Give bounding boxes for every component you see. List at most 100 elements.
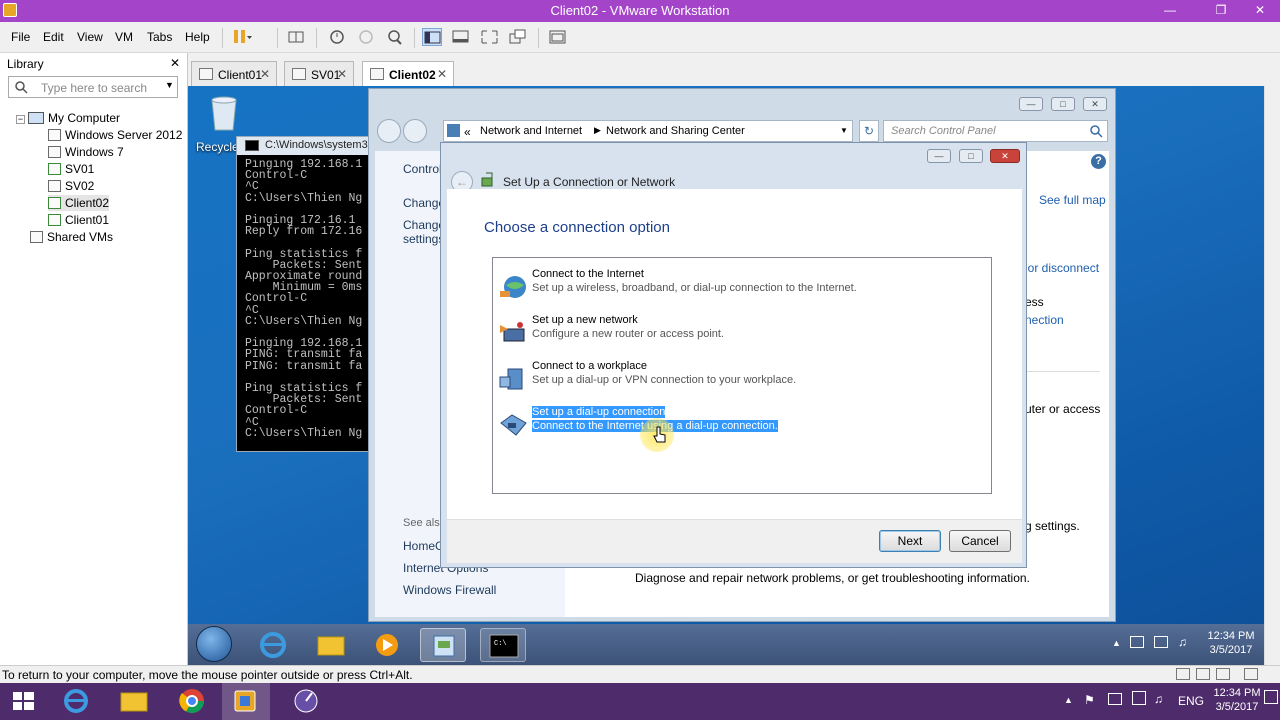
- start-button[interactable]: [196, 626, 232, 662]
- chevron-down-icon[interactable]: ▼: [165, 80, 174, 90]
- show-hidden-icons[interactable]: ▲: [1112, 638, 1121, 648]
- taskbar-cmd-icon[interactable]: C:\: [480, 628, 526, 662]
- minimize-button[interactable]: —: [1156, 0, 1184, 20]
- snapshot-manager-icon[interactable]: [384, 28, 404, 46]
- sidebar-link-settings[interactable]: settings: [403, 232, 444, 246]
- option-connect-workplace[interactable]: Connect to a workplace Set up a dial-up …: [498, 360, 988, 400]
- minimize-button[interactable]: —: [1019, 97, 1043, 111]
- hdd-icon[interactable]: [1176, 668, 1190, 680]
- tab-client01[interactable]: Client01 ✕: [191, 61, 277, 86]
- cmd-window[interactable]: C:\Windows\system3 Pinging 192.168.1 Con…: [236, 136, 376, 452]
- host-clock[interactable]: 12:34 PM 3/5/2017: [1212, 687, 1262, 713]
- taskbar-network-icon[interactable]: [420, 628, 466, 662]
- address-bar[interactable]: « Network and Internet ▶ Network and Sha…: [443, 120, 853, 142]
- breadcrumb-overflow[interactable]: «: [464, 125, 471, 139]
- menu-tabs[interactable]: Tabs: [147, 30, 172, 44]
- see-full-map-link[interactable]: See full map: [1039, 193, 1106, 207]
- close-button[interactable]: ✕: [1240, 0, 1280, 20]
- host-file-explorer-icon[interactable]: [110, 683, 158, 720]
- message-icon[interactable]: [1244, 668, 1258, 680]
- help-icon[interactable]: ?: [1091, 154, 1106, 169]
- unity-icon[interactable]: [508, 28, 528, 46]
- action-center-icon[interactable]: [1130, 636, 1144, 648]
- option-new-network[interactable]: Set up a new network Configure a new rou…: [498, 314, 988, 354]
- see-also-homegroup[interactable]: HomeG: [403, 539, 444, 553]
- full-screen-icon[interactable]: [480, 28, 500, 46]
- tree-item-sv02[interactable]: SV02: [48, 178, 94, 194]
- network-tray-icon[interactable]: [1154, 636, 1168, 648]
- language-indicator[interactable]: ENG: [1178, 694, 1204, 708]
- close-icon[interactable]: ✕: [437, 67, 447, 81]
- maximize-button[interactable]: □: [959, 149, 983, 163]
- tree-item-client02[interactable]: Client02: [48, 195, 110, 211]
- thumbnail-bar-icon[interactable]: [451, 28, 471, 46]
- sidebar-link-change-advanced[interactable]: Change: [403, 218, 445, 232]
- cancel-button[interactable]: Cancel: [949, 530, 1011, 552]
- menu-view[interactable]: View: [77, 30, 103, 44]
- option-connect-internet[interactable]: Connect to the Internet Set up a wireles…: [498, 268, 988, 308]
- see-also-windows-firewall[interactable]: Windows Firewall: [403, 583, 496, 597]
- menu-help[interactable]: Help: [185, 30, 210, 44]
- windows-start-icon[interactable]: [0, 683, 48, 720]
- guest-clock[interactable]: 12:34 PM 3/5/2017: [1206, 630, 1256, 656]
- host-chrome-icon[interactable]: [168, 683, 216, 720]
- guest-desktop[interactable]: Recycle C:\Windows\system3 Pinging 192.1…: [188, 86, 1280, 665]
- host-network-icon[interactable]: [1108, 693, 1122, 705]
- menu-vm[interactable]: VM: [115, 30, 133, 44]
- close-icon[interactable]: ✕: [170, 56, 180, 70]
- tree-item-shared-vms[interactable]: Shared VMs: [30, 229, 113, 245]
- menu-edit[interactable]: Edit: [43, 30, 64, 44]
- pause-icon[interactable]: [232, 28, 252, 46]
- taskbar-ie-icon[interactable]: [250, 628, 296, 662]
- show-library-icon[interactable]: [422, 28, 442, 46]
- host-tool-icon[interactable]: [282, 683, 330, 720]
- host-battery-icon[interactable]: [1132, 691, 1146, 705]
- maximize-button[interactable]: □: [1051, 97, 1075, 111]
- breadcrumb-network-sharing-center[interactable]: Network and Sharing Center: [606, 125, 745, 137]
- connection-link[interactable]: nection: [1025, 313, 1064, 327]
- next-button[interactable]: Next: [879, 530, 941, 552]
- tree-item-client01[interactable]: Client01: [48, 212, 109, 228]
- taskbar-explorer-icon[interactable]: [308, 628, 354, 662]
- usb-icon[interactable]: [1216, 668, 1230, 680]
- control-panel-search-input[interactable]: Search Control Panel: [883, 120, 1108, 142]
- close-button[interactable]: ✕: [1083, 97, 1107, 111]
- tree-item-windows-server-2012[interactable]: Windows Server 2012: [48, 127, 182, 143]
- setup-connection-dialog[interactable]: — □ ✕ ← Set Up a Connection or Network C…: [440, 142, 1027, 568]
- tree-item-sv01[interactable]: SV01: [48, 161, 94, 177]
- sidebar-link-change-adapter[interactable]: Change: [403, 196, 445, 210]
- restore-button[interactable]: ❐: [1207, 0, 1235, 20]
- host-show-hidden-icons[interactable]: ▲: [1064, 695, 1073, 705]
- tree-item-my-computer[interactable]: − My Computer: [16, 110, 120, 126]
- vertical-scrollbar[interactable]: [1264, 86, 1280, 665]
- close-icon[interactable]: ✕: [337, 67, 347, 81]
- host-volume-icon[interactable]: ♫: [1154, 692, 1163, 706]
- collapse-icon[interactable]: −: [16, 115, 25, 124]
- taskbar-media-player-icon[interactable]: [364, 628, 410, 662]
- snapshot-icon[interactable]: [326, 28, 346, 46]
- chevron-down-icon[interactable]: ▼: [840, 126, 848, 135]
- tree-item-windows-7[interactable]: Windows 7: [48, 144, 124, 160]
- tab-sv01[interactable]: SV01 ✕: [284, 61, 354, 86]
- network-adapter-icon[interactable]: [1196, 668, 1210, 680]
- breadcrumb-network-internet[interactable]: Network and Internet: [480, 125, 582, 137]
- host-ie-icon[interactable]: [52, 683, 100, 720]
- host-vmware-icon[interactable]: [222, 683, 270, 720]
- notifications-icon[interactable]: [1264, 690, 1278, 704]
- tab-client02[interactable]: Client02 ✕: [362, 61, 454, 86]
- search-icon[interactable]: [1090, 125, 1103, 138]
- connect-disconnect-link[interactable]: t or disconnect: [1021, 261, 1099, 275]
- send-keys-icon[interactable]: [286, 28, 306, 46]
- close-button[interactable]: ✕: [990, 149, 1020, 163]
- sidebar-link-control-panel-home[interactable]: Control: [403, 162, 442, 176]
- refresh-icon[interactable]: ↻: [859, 120, 879, 142]
- close-icon[interactable]: ✕: [260, 67, 270, 81]
- minimize-button[interactable]: —: [927, 149, 951, 163]
- forward-button[interactable]: [403, 119, 427, 143]
- back-button[interactable]: [377, 119, 401, 143]
- library-search-input[interactable]: Type here to search ▼: [8, 76, 178, 98]
- option-dial-up[interactable]: Set up a dial-up connection Connect to t…: [498, 406, 988, 446]
- console-view-icon[interactable]: [548, 28, 568, 46]
- revert-snapshot-icon[interactable]: [355, 28, 375, 46]
- volume-icon[interactable]: ♫: [1178, 635, 1187, 649]
